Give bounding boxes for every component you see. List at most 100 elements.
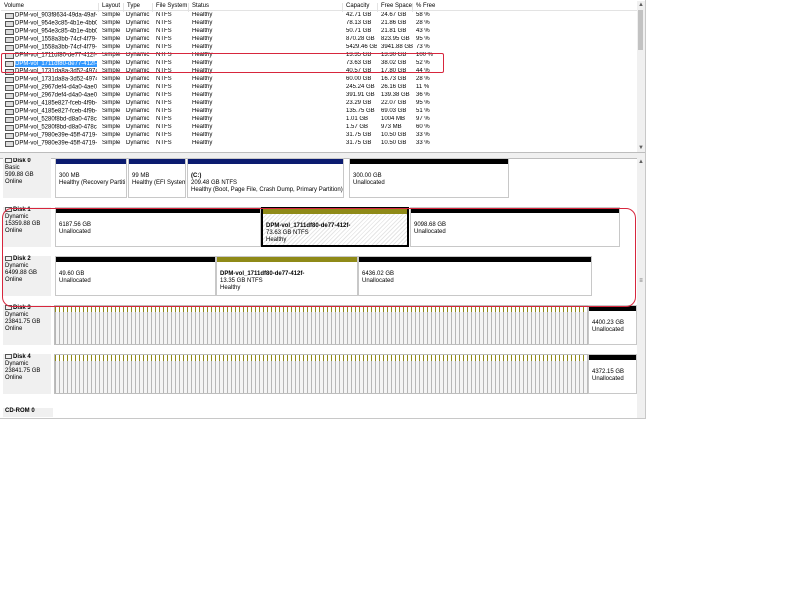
partition-text: 49.60 GB Unallocated bbox=[59, 271, 91, 285]
cdrom-label[interactable]: CD-ROM 0 bbox=[3, 408, 53, 417]
volume-name-cell: DPM-vol_2967def4-d4a0-4ae0- bbox=[5, 84, 97, 91]
volume-free-cell: 10.50 GB bbox=[381, 140, 407, 146]
volume-row[interactable]: DPM-vol_7980e39e-45ff-4719- Simple Dynamic… bbox=[1, 131, 637, 139]
volume-fs-cell: NTFS bbox=[156, 20, 172, 26]
disk-row: Disk 3 Dynamic 23841.75 GB Online 4400.23 GB… bbox=[3, 305, 637, 345]
volume-fs-cell: NTFS bbox=[156, 68, 172, 74]
volume-partition[interactable]: 300 MB Healthy (Recovery Partiti bbox=[55, 158, 127, 198]
volume-partition[interactable]: 99 MB Healthy (EFI System bbox=[128, 158, 186, 198]
volume-icon bbox=[5, 29, 14, 35]
volume-pct-cell: 36 % bbox=[416, 92, 430, 98]
volume-free-cell: 823.95 GB bbox=[381, 36, 410, 42]
volume-fs-cell: NTFS bbox=[156, 92, 172, 98]
partition-color-bar bbox=[188, 159, 343, 164]
disk-info-line: 23841.75 GB bbox=[5, 368, 41, 375]
disk-label[interactable]: Disk 0 Basic 599.88 GB Online bbox=[3, 158, 51, 198]
disk-name: Disk 4 bbox=[5, 354, 51, 361]
volume-row[interactable]: DPM-vol_5280f8bd-d8a0-478c- Simple Dynamic… bbox=[1, 115, 637, 123]
partition-color-bar bbox=[263, 209, 407, 214]
volume-row[interactable]: DPM-vol_903f8634-49da-49af- Simple Dynamic… bbox=[1, 11, 637, 19]
partition-info-line: Unallocated bbox=[59, 229, 91, 235]
unallocated-partition[interactable]: 9098.68 GB Unallocated bbox=[410, 207, 620, 247]
volume-row[interactable]: DPM-vol_2967def4-d4a0-4ae0- Simple Dynamic… bbox=[1, 83, 637, 91]
volume-row[interactable]: DPM-vol_1711df80-de77-412f- Simple Dynamic… bbox=[1, 51, 637, 59]
volume-pct-cell: 95 % bbox=[416, 36, 430, 42]
volume-capacity-cell: 135.75 GB bbox=[346, 108, 375, 114]
volume-partition[interactable]: DPM-vol_1711df80-de77-412f- 73.63 GB NTFS… bbox=[261, 207, 409, 247]
volume-fs-cell: NTFS bbox=[156, 140, 172, 146]
volume-layout-cell: Simple bbox=[102, 116, 121, 122]
partition-color-bar bbox=[350, 159, 508, 164]
volume-row[interactable]: DPM-vol_1711df80-de77-412f- Simple Dynamic… bbox=[1, 59, 637, 67]
unallocated-partition[interactable]: 49.60 GB Unallocated bbox=[55, 256, 216, 296]
volume-free-cell: 21.86 GB bbox=[381, 20, 407, 26]
volume-status-cell: Healthy bbox=[192, 140, 213, 146]
unallocated-partition[interactable]: 4372.15 GB Unallocated bbox=[588, 354, 637, 394]
volume-row[interactable]: DPM-vol_4185e827-fceb-4f9b- Simple Dynamic… bbox=[1, 107, 637, 115]
volume-type-cell: Dynamic bbox=[126, 116, 150, 122]
volume-free-cell: 24.67 GB bbox=[381, 12, 407, 18]
volume-layout-cell: Simple bbox=[102, 44, 121, 50]
partition-text: 4372.15 GB Unallocated bbox=[592, 369, 624, 383]
volume-row[interactable]: DPM-vol_7980e39e-45ff-4719- Simple Dynamic… bbox=[1, 139, 637, 147]
volume-name-cell: DPM-vol_1711df80-de77-412f- bbox=[5, 60, 97, 67]
unallocated-partition[interactable]: 300.00 GB Unallocated bbox=[349, 158, 509, 198]
volume-name-cell: DPM-vol_1558a3bb-74cf-4f79- bbox=[5, 36, 97, 43]
volume-name-cell: DPM-vol_5280f8bd-d8a0-478c- bbox=[5, 116, 97, 123]
unallocated-partition[interactable]: 6436.02 GB Unallocated bbox=[358, 256, 592, 296]
volume-row[interactable]: DPM-vol_954e3c85-4b1e-4bb0- Simple Dynamic… bbox=[1, 27, 637, 35]
volume-row[interactable]: DPM-vol_4185e827-fceb-4f9b- Simple Dynamic… bbox=[1, 99, 637, 107]
volume-name: DPM-vol_1711df80-de77-412f- bbox=[15, 60, 97, 67]
disk-label[interactable]: Disk 4 Dynamic 23841.75 GB Online bbox=[3, 354, 51, 394]
volume-fs-cell: NTFS bbox=[156, 108, 172, 114]
volume-fs-cell: NTFS bbox=[156, 132, 172, 138]
volume-row[interactable]: DPM-vol_5280f8bd-d8a0-478c- Simple Dynamic… bbox=[1, 123, 637, 131]
volume-partition[interactable]: DPM-vol_1711df80-de77-412f- 13.35 GB NTFS… bbox=[216, 256, 358, 296]
volume-row[interactable]: DPM-vol_2967def4-d4a0-4ae0- Simple Dynamic… bbox=[1, 91, 637, 99]
volume-partition[interactable]: (C:) 209.48 GB NTFS Healthy (Boot, Page Fi… bbox=[187, 158, 344, 198]
volume-pct-cell: 60 % bbox=[416, 124, 430, 130]
volume-name: DPM-vol_5280f8bd-d8a0-478c- bbox=[15, 116, 97, 123]
volume-name-cell: DPM-vol_7980e39e-45ff-4719- bbox=[5, 132, 97, 139]
disk-map-scrollbar[interactable]: ▲ ≡ bbox=[637, 158, 645, 418]
volume-status-cell: Healthy bbox=[192, 36, 213, 42]
scroll-grip-icon[interactable]: ≡ bbox=[638, 278, 644, 284]
volume-layout-cell: Simple bbox=[102, 124, 121, 130]
volume-icon bbox=[5, 85, 14, 91]
partition-info-line: Healthy (EFI System bbox=[132, 180, 186, 186]
disk-label[interactable]: Disk 1 Dynamic 15359.88 GB Online bbox=[3, 207, 51, 247]
volume-pct-cell: 97 % bbox=[416, 116, 430, 122]
striped-volumes-region[interactable] bbox=[54, 354, 588, 394]
volume-name: DPM-vol_2967def4-d4a0-4ae0- bbox=[15, 84, 97, 91]
volume-icon bbox=[5, 13, 14, 19]
volume-capacity-cell: 870.28 GB bbox=[346, 36, 375, 42]
volume-status-cell: Healthy bbox=[192, 84, 213, 90]
disk-label[interactable]: Disk 3 Dynamic 23841.75 GB Online bbox=[3, 305, 51, 345]
partition-info-line: 49.60 GB bbox=[59, 271, 85, 277]
unallocated-partition[interactable]: 4400.23 GB Unallocated bbox=[588, 305, 637, 345]
volume-status-cell: Healthy bbox=[192, 60, 213, 66]
disk-label[interactable]: Disk 2 Dynamic 6499.88 GB Online bbox=[3, 256, 51, 296]
scroll-up-arrow-icon[interactable]: ▲ bbox=[638, 2, 644, 8]
volume-row[interactable]: DPM-vol_1558a3bb-74cf-4f79- Simple Dynamic… bbox=[1, 35, 637, 43]
volume-icon bbox=[5, 69, 14, 75]
partition-color-bar bbox=[56, 257, 215, 262]
volume-status-cell: Healthy bbox=[192, 132, 213, 138]
volume-row[interactable]: DPM-vol_1558a3bb-74cf-4f79- Simple Dynamic… bbox=[1, 43, 637, 51]
scroll-down-arrow-icon[interactable]: ▼ bbox=[638, 145, 644, 151]
volume-name-cell: DPM-vol_5280f8bd-d8a0-478c- bbox=[5, 124, 97, 131]
volume-capacity-cell: 245.24 GB bbox=[346, 84, 375, 90]
volume-name-cell: DPM-vol_4185e827-fceb-4f9b- bbox=[5, 108, 97, 115]
volume-row[interactable]: DPM-vol_1731da8a-3d52-4974- Simple Dynamic… bbox=[1, 75, 637, 83]
volume-type-cell: Dynamic bbox=[126, 68, 150, 74]
striped-volumes-region[interactable] bbox=[54, 305, 588, 345]
scrollbar-thumb[interactable] bbox=[638, 10, 643, 50]
volume-list-scrollbar[interactable]: ▲ ▼ bbox=[637, 1, 645, 152]
volume-free-cell: 16.73 GB bbox=[381, 76, 407, 82]
volume-row[interactable]: DPM-vol_1731da8a-3d52-4974- Simple Dynamic… bbox=[1, 67, 637, 75]
scroll-up-arrow-icon[interactable]: ▲ bbox=[638, 159, 644, 165]
unallocated-partition[interactable]: 6187.56 GB Unallocated bbox=[55, 207, 261, 247]
volume-type-cell: Dynamic bbox=[126, 124, 150, 130]
volume-pct-cell: 44 % bbox=[416, 68, 430, 74]
volume-row[interactable]: DPM-vol_954e3c85-4b1e-4bb0- Simple Dynamic… bbox=[1, 19, 637, 27]
